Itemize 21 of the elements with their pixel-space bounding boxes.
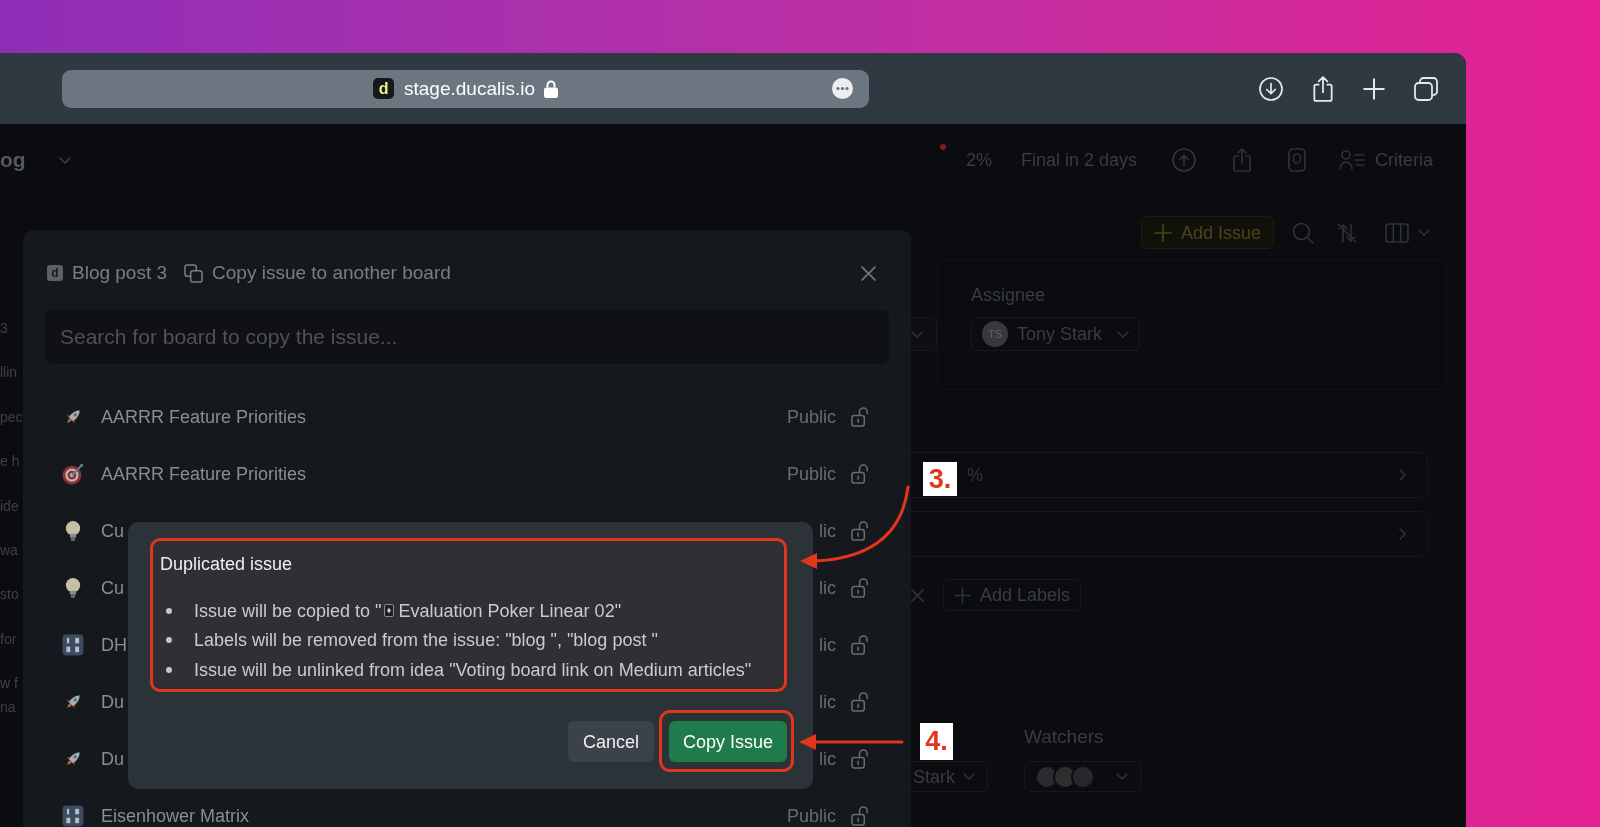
address-text: stage.ducalis.io <box>404 76 535 101</box>
visibility-text: lic <box>819 576 836 599</box>
visibility-text: lic <box>819 633 836 656</box>
board-name: Blog post 3 <box>72 261 168 285</box>
modal-title: Copy issue to another board <box>212 261 451 285</box>
board-logo: d <box>47 265 63 281</box>
step-label: 3. <box>923 462 957 496</box>
site-logo: d <box>373 78 394 99</box>
visibility-text: Public <box>786 804 836 827</box>
step-label: 4. <box>920 723 953 760</box>
note-text: Issue will be unlinked from idea "Voting board link on Medium articles" <box>194 658 752 681</box>
note-text: Evaluation Poker Linear 02" <box>398 599 622 622</box>
visibility-text: Public <box>786 462 836 485</box>
notice-title: Duplicated issue <box>160 553 293 575</box>
visibility-text: lic <box>819 747 836 770</box>
note-text: Labels will be removed from the issue: "blog ", "blog post " <box>194 629 658 652</box>
board-title: og <box>0 147 26 173</box>
visibility-text: lic <box>819 690 836 713</box>
note-text: Issue will be copied to " <box>194 599 382 622</box>
visibility-text: lic <box>819 519 836 542</box>
visibility-text: Public <box>786 405 836 428</box>
